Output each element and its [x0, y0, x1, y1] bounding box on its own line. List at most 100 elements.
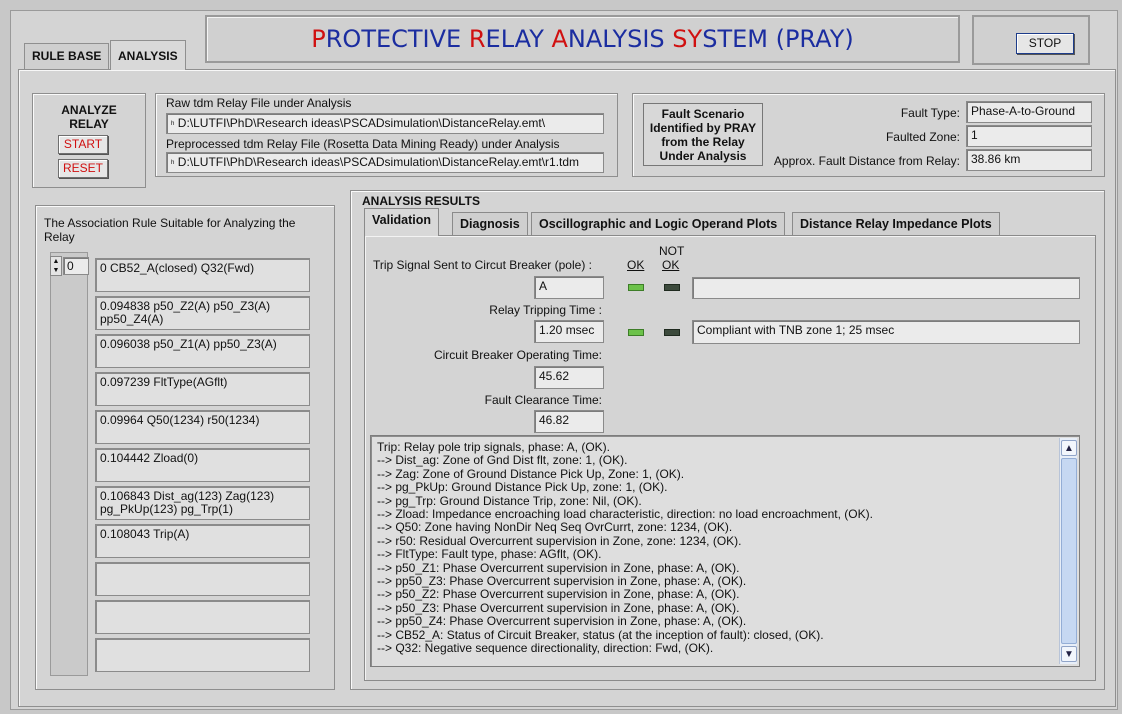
title-segment: ROTECTIVE	[325, 25, 469, 53]
fault-scenario-box: Fault Scenario Identified by PRAY from t…	[643, 103, 763, 166]
decrement-arrow-icon[interactable]: ▼	[51, 266, 61, 275]
tab-diagnosis[interactable]: Diagnosis	[452, 212, 528, 236]
cb-time-label: Circuit Breaker Operating Time:	[433, 348, 602, 362]
analyze-heading: ANALYZE	[61, 103, 117, 117]
rule-item-text: 0.096038 p50_Z1(A) pp50_Z3(A)	[100, 337, 277, 351]
title-segment: R	[468, 25, 486, 53]
tab-rule-base[interactable]: RULE BASE	[24, 43, 110, 69]
log-line: --> p50_Z1: Phase Overcurrent supervisio…	[377, 560, 740, 575]
rules-array-frame	[50, 252, 88, 676]
log-line: --> FltType: Fault type, phase: AGflt, (…	[377, 547, 602, 562]
not-column-label: NOT	[659, 244, 685, 258]
log-scrollbar[interactable]: ▲ ▼	[1059, 438, 1077, 664]
rule-item-text: pg_PkUp(123) pg_Trp(1)	[100, 502, 233, 516]
fault-type-label: Fault Type:	[900, 106, 960, 120]
raw-file-label: Raw tdm Relay File under Analysis	[166, 96, 352, 110]
analysis-log[interactable]: Trip: Relay pole trip signals, phase: A,…	[370, 435, 1080, 667]
tab-analysis[interactable]: ANALYSIS	[110, 40, 186, 70]
log-line: --> pg_PkUp: Ground Distance Pick Up, zo…	[377, 480, 668, 495]
fault-heading-3: from the Relay	[661, 135, 745, 149]
preprocessed-file-label: Preprocessed tdm Relay File (Rosetta Dat…	[166, 137, 560, 151]
file-path-icon: ʰ	[171, 158, 175, 168]
rule-item[interactable]: 0.104442 Zload(0)	[95, 448, 310, 482]
trip-signal-field[interactable]: A	[534, 276, 604, 299]
relay-heading: RELAY	[69, 117, 109, 131]
tab-impedance-plots[interactable]: Distance Relay Impedance Plots	[792, 212, 1000, 236]
fault-distance-field[interactable]: 38.86 km	[966, 149, 1092, 171]
scroll-down-icon[interactable]: ▼	[1061, 646, 1077, 662]
trip-not-ok-led	[664, 284, 680, 291]
rule-item[interactable]	[95, 638, 310, 672]
rule-item[interactable]: 0 CB52_A(closed) Q32(Fwd)	[95, 258, 310, 292]
rule-item[interactable]: 0.106843 Dist_ag(123) Zag(123) pg_PkUp(12…	[95, 486, 310, 520]
rule-item-text: 0.108043 Trip(A)	[100, 527, 190, 541]
title-segment: ELAY	[485, 25, 552, 53]
trip-comment-field[interactable]	[692, 277, 1080, 299]
log-line: --> Zload: Impedance encroaching load ch…	[377, 507, 873, 522]
tripping-time-comment-field[interactable]: Compliant with TNB zone 1; 25 msec	[692, 320, 1080, 344]
log-line: --> Q50: Zone having NonDir Neq Seq OvrC…	[377, 520, 733, 535]
rule-item-text: 0 CB52_A(closed) Q32(Fwd)	[100, 261, 255, 275]
log-line: --> pp50_Z4: Phase Overcurrent supervisi…	[377, 614, 747, 629]
ok-column-label: OK	[627, 258, 645, 272]
clearance-time-label: Fault Clearance Time:	[484, 393, 602, 407]
tab-oscillographic-plots[interactable]: Oscillographic and Logic Operand Plots	[531, 212, 786, 236]
raw-file-path-text: D:\LUTFI\PhD\Research ideas\PSCADsimulat…	[177, 116, 546, 130]
fault-heading-1: Fault Scenario	[661, 107, 745, 121]
faulted-zone-field[interactable]: 1	[966, 125, 1092, 147]
cb-time-field[interactable]: 45.62	[534, 366, 604, 389]
log-line: --> p50_Z2: Phase Overcurrent supervisio…	[377, 587, 740, 602]
rule-item-text: pp50_Z4(A)	[100, 312, 164, 326]
fault-distance-label: Approx. Fault Distance from Relay:	[773, 154, 960, 168]
tripping-time-label: Relay Tripping Time :	[489, 303, 602, 317]
scroll-thumb[interactable]	[1061, 458, 1077, 644]
log-line: --> p50_Z3: Phase Overcurrent supervisio…	[377, 600, 740, 615]
file-path-icon: ʰ	[171, 119, 175, 129]
results-heading: ANALYSIS RESULTS	[362, 194, 481, 208]
stop-button[interactable]: STOP	[1016, 33, 1074, 54]
title-segment: NALYSIS	[567, 25, 673, 53]
rule-item[interactable]	[95, 562, 310, 596]
trip-ok-led	[628, 284, 644, 291]
title-box: PROTECTIVE RELAY ANALYSIS SYSTEM (PRAY)	[205, 15, 960, 63]
log-line: --> pp50_Z3: Phase Overcurrent supervisi…	[377, 574, 747, 589]
rule-item[interactable]: 0.09964 Q50(1234) r50(1234)	[95, 410, 310, 444]
rule-item[interactable]: 0.094838 p50_Z2(A) p50_Z3(A) pp50_Z4(A)	[95, 296, 310, 330]
app-title: PROTECTIVE RELAY ANALYSIS SYSTEM (PRAY)	[207, 25, 958, 53]
fault-heading-2: Identified by PRAY	[649, 121, 757, 135]
log-line: --> pg_Trp: Ground Distance Trip, zone: …	[377, 493, 642, 508]
tripping-time-field[interactable]: 1.20 msec	[534, 320, 604, 343]
preprocessed-file-path-text: D:\LUTFI\PhD\Research ideas\PSCADsimulat…	[177, 155, 580, 169]
rules-heading: The Association Rule Suitable for Analyz…	[44, 216, 296, 244]
clearance-time-field[interactable]: 46.82	[534, 410, 604, 433]
log-line: --> Zag: Zone of Ground Distance Pick Up…	[377, 466, 685, 481]
log-line: --> r50: Residual Overcurrent supervisio…	[377, 533, 742, 548]
reset-button[interactable]: RESET	[58, 159, 108, 178]
title-segment: STEM (PRAY)	[702, 25, 854, 53]
faulted-zone-label: Faulted Zone:	[885, 130, 960, 144]
title-segment: P	[311, 25, 326, 53]
log-line: --> Dist_ag: Zone of Gnd Dist flt, zone:…	[377, 453, 628, 468]
log-line: Trip: Relay pole trip signals, phase: A,…	[377, 440, 610, 454]
rule-item-text: 0.104442 Zload(0)	[100, 451, 199, 465]
scroll-up-icon[interactable]: ▲	[1061, 440, 1077, 456]
rule-item[interactable]: 0.097239 FltType(AGflt)	[95, 372, 310, 406]
rule-item-text: 0.09964 Q50(1234) r50(1234)	[100, 413, 260, 427]
index-stepper[interactable]: ▲ ▼	[50, 256, 62, 276]
title-segment: A	[551, 25, 568, 53]
preprocessed-file-path[interactable]: ʰ D:\LUTFI\PhD\Research ideas\PSCADsimul…	[166, 152, 604, 173]
tripping-time-ok-led	[628, 329, 644, 336]
fault-type-field[interactable]: Phase-A-to-Ground	[966, 101, 1092, 123]
raw-file-path[interactable]: ʰ D:\LUTFI\PhD\Research ideas\PSCADsimul…	[166, 113, 604, 134]
tab-validation[interactable]: Validation	[364, 208, 440, 236]
not-ok-column-label: OK	[662, 258, 680, 272]
trip-signal-label: Trip Signal Sent to Circut Breaker (pole…	[373, 258, 592, 272]
rule-item-text: 0.097239 FltType(AGflt)	[100, 375, 228, 389]
rule-item[interactable]: 0.108043 Trip(A)	[95, 524, 310, 558]
rule-item[interactable]: 0.096038 p50_Z1(A) pp50_Z3(A)	[95, 334, 310, 368]
rule-item[interactable]	[95, 600, 310, 634]
start-button[interactable]: START	[58, 135, 108, 154]
increment-arrow-icon[interactable]: ▲	[51, 257, 61, 266]
title-segment: SY	[672, 25, 703, 53]
index-field[interactable]: 0	[63, 257, 89, 275]
